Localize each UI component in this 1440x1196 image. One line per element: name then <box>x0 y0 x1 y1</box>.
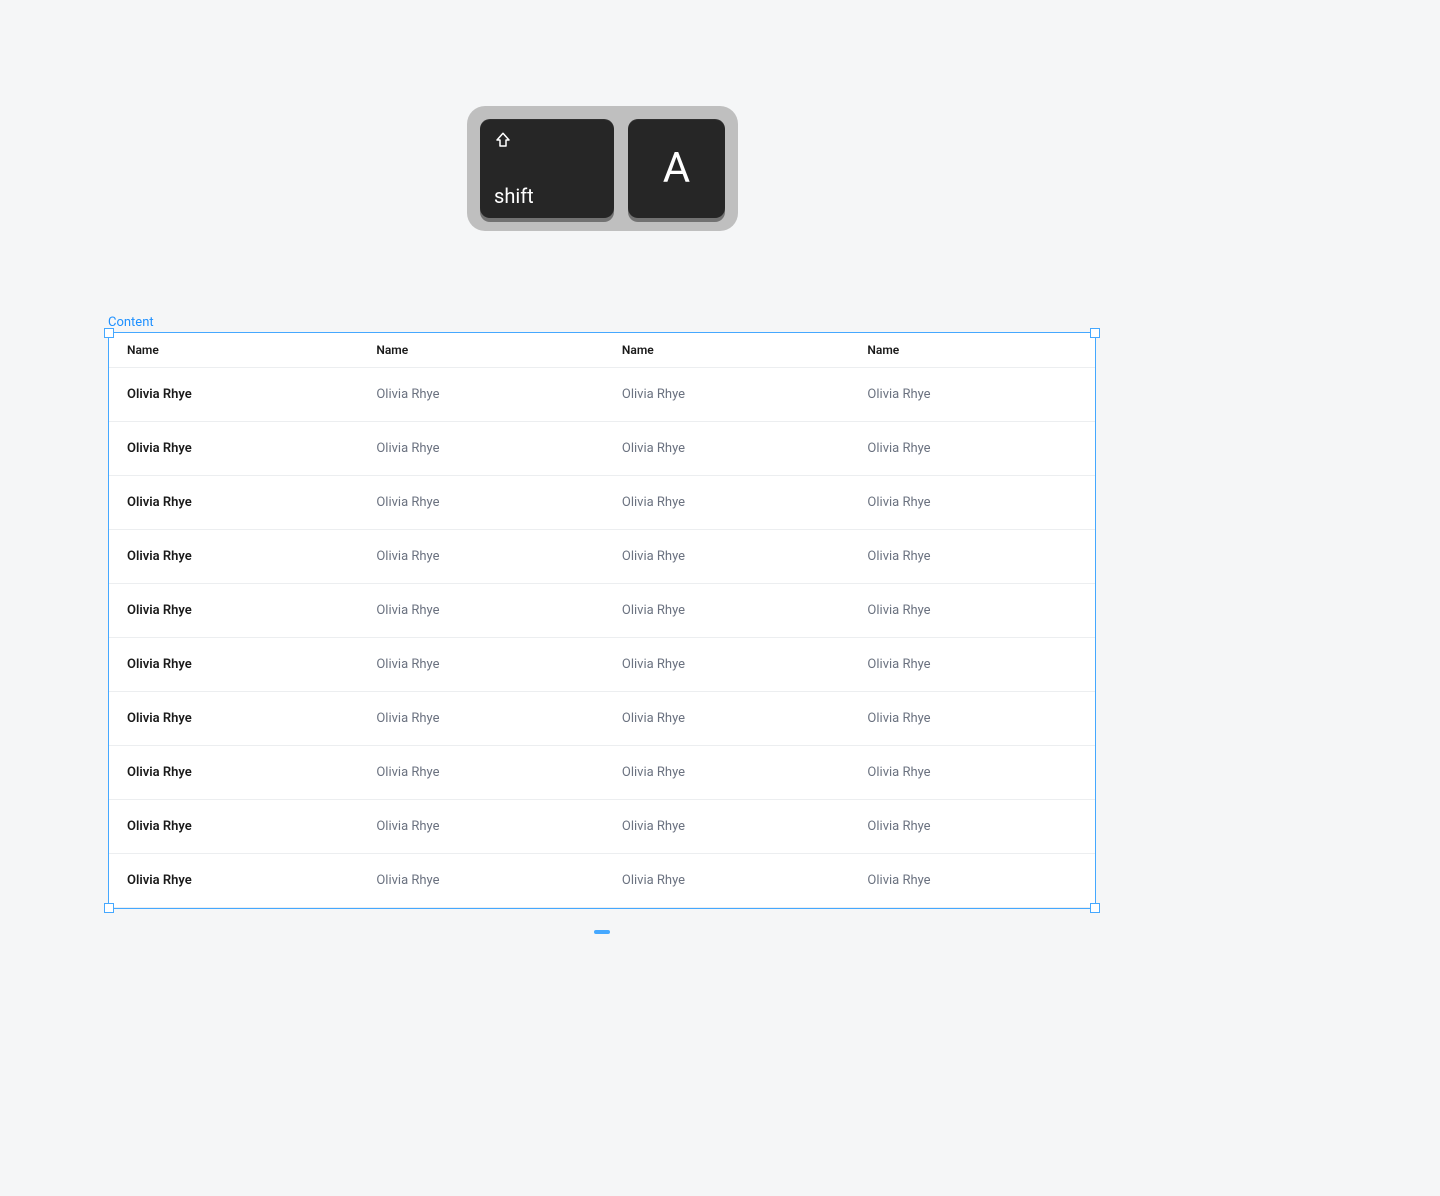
col-header: Name <box>358 333 604 368</box>
data-table: Name Name Name Name Olivia RhyeOlivia Rh… <box>109 333 1095 908</box>
table-cell: Olivia Rhye <box>109 584 358 638</box>
frame-label[interactable]: Content <box>108 315 154 330</box>
table-cell: Olivia Rhye <box>604 638 850 692</box>
keyboard-shortcut: shift A <box>467 106 738 231</box>
col-header: Name <box>109 333 358 368</box>
selection-handle-bottom-right[interactable] <box>1090 903 1100 913</box>
bottom-fade-overlay <box>0 976 1440 1196</box>
table-cell: Olivia Rhye <box>109 746 358 800</box>
content-frame[interactable]: Name Name Name Name Olivia RhyeOlivia Rh… <box>108 332 1096 909</box>
table-cell: Olivia Rhye <box>109 530 358 584</box>
table-cell: Olivia Rhye <box>358 746 604 800</box>
table-cell: Olivia Rhye <box>109 638 358 692</box>
shift-up-arrow-icon <box>494 131 600 153</box>
key-a-label: A <box>663 144 690 193</box>
table-cell: Olivia Rhye <box>109 422 358 476</box>
key-a: A <box>628 119 725 218</box>
table-cell: Olivia Rhye <box>849 368 1095 422</box>
table-row[interactable]: Olivia RhyeOlivia RhyeOlivia RhyeOlivia … <box>109 746 1095 800</box>
table-cell: Olivia Rhye <box>604 746 850 800</box>
table-cell: Olivia Rhye <box>604 368 850 422</box>
table-row[interactable]: Olivia RhyeOlivia RhyeOlivia RhyeOlivia … <box>109 476 1095 530</box>
key-shift: shift <box>480 119 614 218</box>
key-shift-label: shift <box>494 184 600 208</box>
table-cell: Olivia Rhye <box>358 530 604 584</box>
table-cell: Olivia Rhye <box>849 584 1095 638</box>
table-header-row: Name Name Name Name <box>109 333 1095 368</box>
table-cell: Olivia Rhye <box>849 422 1095 476</box>
col-header: Name <box>604 333 850 368</box>
table-cell: Olivia Rhye <box>358 422 604 476</box>
table-cell: Olivia Rhye <box>849 746 1095 800</box>
table-cell: Olivia Rhye <box>109 854 358 908</box>
table-cell: Olivia Rhye <box>604 422 850 476</box>
table-cell: Olivia Rhye <box>604 692 850 746</box>
content-frame-wrap: Content Name Name Name Name Olivia RhyeO… <box>108 315 1096 909</box>
table-row[interactable]: Olivia RhyeOlivia RhyeOlivia RhyeOlivia … <box>109 800 1095 854</box>
table-body: Olivia RhyeOlivia RhyeOlivia RhyeOlivia … <box>109 368 1095 908</box>
table-row[interactable]: Olivia RhyeOlivia RhyeOlivia RhyeOlivia … <box>109 422 1095 476</box>
table-cell: Olivia Rhye <box>358 368 604 422</box>
table-row[interactable]: Olivia RhyeOlivia RhyeOlivia RhyeOlivia … <box>109 530 1095 584</box>
table-cell: Olivia Rhye <box>849 800 1095 854</box>
table-cell: Olivia Rhye <box>849 476 1095 530</box>
table-row[interactable]: Olivia RhyeOlivia RhyeOlivia RhyeOlivia … <box>109 854 1095 908</box>
table-cell: Olivia Rhye <box>358 800 604 854</box>
table-cell: Olivia Rhye <box>604 584 850 638</box>
table-cell: Olivia Rhye <box>604 530 850 584</box>
selection-handle-top-right[interactable] <box>1090 328 1100 338</box>
table-cell: Olivia Rhye <box>849 530 1095 584</box>
table-cell: Olivia Rhye <box>358 638 604 692</box>
table-cell: Olivia Rhye <box>358 584 604 638</box>
table-row[interactable]: Olivia RhyeOlivia RhyeOlivia RhyeOlivia … <box>109 584 1095 638</box>
table-cell: Olivia Rhye <box>849 692 1095 746</box>
selection-size-badge <box>594 930 610 934</box>
table-cell: Olivia Rhye <box>109 476 358 530</box>
table-cell: Olivia Rhye <box>358 854 604 908</box>
selection-handle-bottom-left[interactable] <box>104 903 114 913</box>
col-header: Name <box>849 333 1095 368</box>
table-row[interactable]: Olivia RhyeOlivia RhyeOlivia RhyeOlivia … <box>109 638 1095 692</box>
table-cell: Olivia Rhye <box>604 800 850 854</box>
table-cell: Olivia Rhye <box>849 854 1095 908</box>
table-row[interactable]: Olivia RhyeOlivia RhyeOlivia RhyeOlivia … <box>109 368 1095 422</box>
table-cell: Olivia Rhye <box>604 854 850 908</box>
table-row[interactable]: Olivia RhyeOlivia RhyeOlivia RhyeOlivia … <box>109 692 1095 746</box>
table-cell: Olivia Rhye <box>109 800 358 854</box>
table-cell: Olivia Rhye <box>358 692 604 746</box>
table-cell: Olivia Rhye <box>849 638 1095 692</box>
table-cell: Olivia Rhye <box>109 692 358 746</box>
selection-handle-top-left[interactable] <box>104 328 114 338</box>
table-cell: Olivia Rhye <box>109 368 358 422</box>
table-cell: Olivia Rhye <box>604 476 850 530</box>
table-cell: Olivia Rhye <box>358 476 604 530</box>
